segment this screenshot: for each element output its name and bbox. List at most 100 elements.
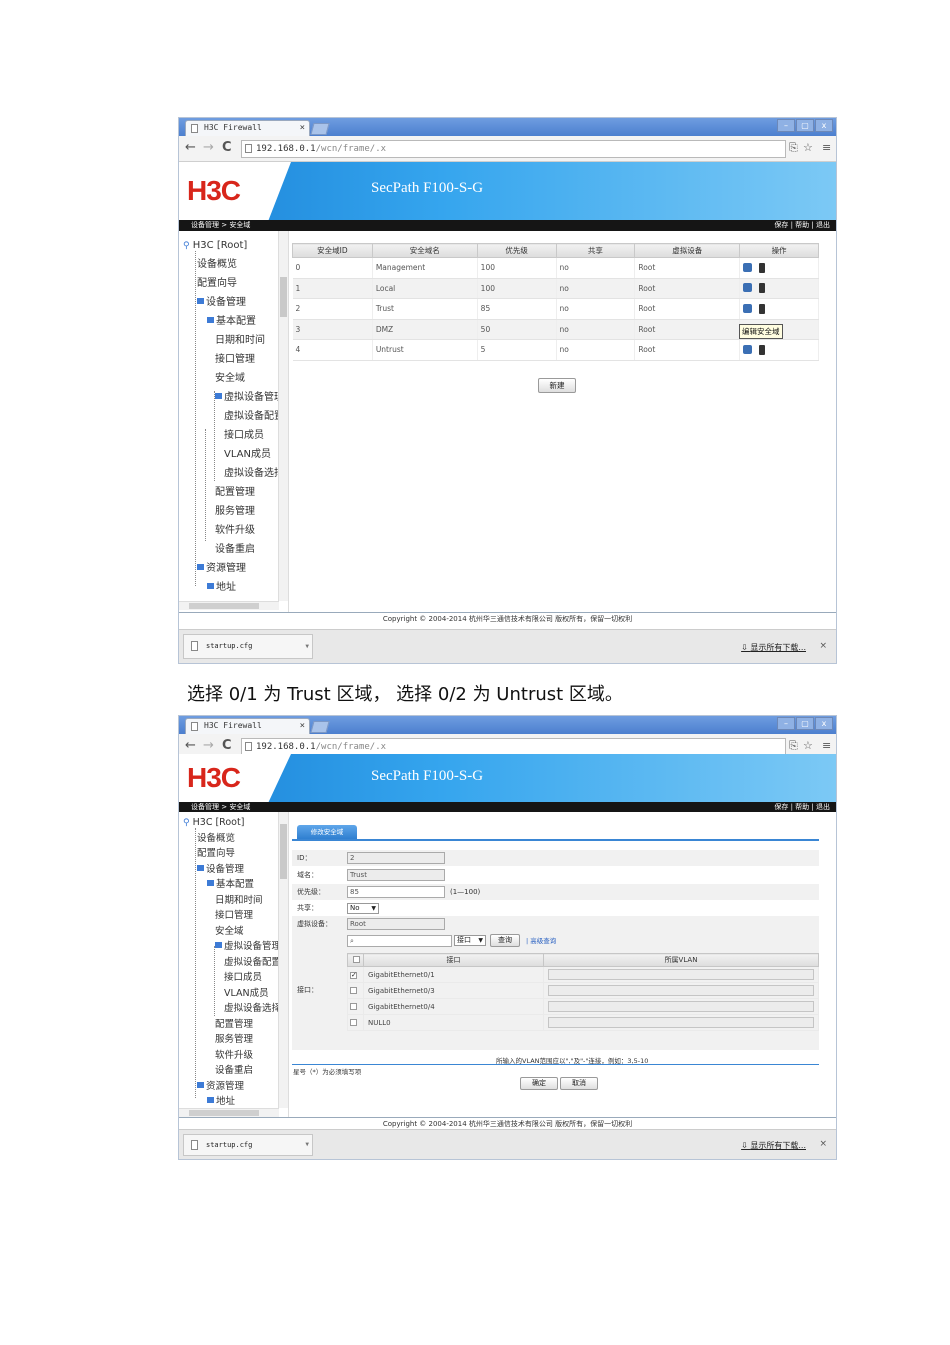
vlan-input[interactable]	[548, 985, 814, 996]
sidebar-item-vdev[interactable]: 虚拟设备管理	[215, 391, 284, 405]
url-field[interactable]: 192.168.0.1/wcn/frame/.x	[241, 140, 786, 158]
sidebar-item-vdev-config[interactable]: 虚拟设备配置	[224, 956, 281, 970]
sidebar-item-basic[interactable]: 基本配置	[207, 315, 256, 329]
sidebar-item-vdev-config[interactable]: 虚拟设备配置	[224, 410, 284, 424]
query-button[interactable]: 查询	[490, 934, 520, 947]
vlan-input[interactable]	[548, 1017, 814, 1028]
col-zone-id[interactable]: 安全域ID	[292, 243, 373, 258]
sidebar-item-vlan-members[interactable]: VLAN成员	[224, 448, 271, 462]
interface-checkbox[interactable]	[350, 1002, 357, 1010]
col-interface[interactable]: 接口	[363, 953, 544, 967]
sidebar-item-upgrade[interactable]: 软件升级	[215, 1049, 253, 1063]
browser-tab[interactable]: H3C Firewall ×	[185, 120, 310, 136]
translate-icon[interactable]: ⎘	[789, 141, 798, 155]
sidebar-h-scrollbar[interactable]	[179, 601, 279, 610]
sidebar-h-scrollbar[interactable]	[179, 1108, 279, 1117]
tree-root[interactable]: ⚲ H3C [Root]	[183, 239, 247, 253]
share-select[interactable]: No ▼	[347, 903, 379, 914]
maximize-button[interactable]: ▢	[796, 717, 814, 730]
forward-icon[interactable]: →	[203, 140, 214, 155]
sidebar-item-wizard[interactable]: 配置向导	[197, 847, 235, 861]
sidebar-item-overview[interactable]: 设备概览	[197, 258, 237, 272]
sidebar-item-interfaces[interactable]: 接口管理	[215, 909, 253, 923]
download-item[interactable]: startup.cfg ▼	[183, 634, 313, 659]
back-icon[interactable]: ←	[185, 140, 196, 155]
new-zone-button[interactable]: 新建	[538, 378, 576, 393]
close-download-bar-icon[interactable]: ×	[819, 641, 827, 651]
reload-icon[interactable]: C	[222, 738, 232, 753]
tab-close-icon[interactable]: ×	[300, 121, 305, 135]
interface-checkbox[interactable]: ✓	[350, 972, 357, 979]
close-window-button[interactable]: x	[815, 119, 833, 132]
sidebar-item-if-members[interactable]: 接口成员	[224, 971, 262, 985]
advanced-query-link[interactable]: | 高级查询	[526, 933, 556, 949]
menu-icon[interactable]: ≡	[822, 141, 831, 154]
trash-icon[interactable]	[759, 283, 766, 294]
sidebar-item-vdev-select[interactable]: 虚拟设备选择	[224, 1002, 281, 1016]
sidebar-item-basic[interactable]: 基本配置	[207, 878, 254, 892]
vlan-input[interactable]	[548, 969, 814, 980]
close-window-button[interactable]: x	[815, 717, 833, 730]
vlan-input[interactable]	[548, 1001, 814, 1012]
header-tools[interactable]: 保存 | 帮助 | 退出	[774, 802, 830, 812]
sidebar-item-vdev-select[interactable]: 虚拟设备选择	[224, 467, 284, 481]
edit-icon[interactable]	[743, 303, 753, 313]
search-field-select[interactable]: 接口 ▼	[454, 935, 486, 946]
browser-tab[interactable]: H3C Firewall ×	[185, 718, 310, 734]
sidebar-item-datetime[interactable]: 日期和时间	[215, 894, 263, 908]
sidebar-item-resource[interactable]: 资源管理	[197, 1080, 244, 1094]
sidebar-item-resource[interactable]: 资源管理	[197, 562, 246, 576]
sidebar-item-zones[interactable]: 安全域	[215, 372, 245, 386]
col-priority[interactable]: 优先级	[476, 243, 557, 258]
sidebar-item-overview[interactable]: 设备概览	[197, 832, 235, 846]
sidebar-item-reboot[interactable]: 设备重启	[215, 1064, 253, 1078]
trash-icon[interactable]	[759, 262, 766, 273]
edit-icon[interactable]	[743, 262, 753, 272]
sidebar-item-zones[interactable]: 安全域	[215, 925, 244, 939]
sidebar-scrollbar[interactable]	[278, 812, 288, 1108]
interface-checkbox[interactable]	[350, 1018, 357, 1026]
dropdown-icon[interactable]: ▼	[305, 1135, 309, 1155]
show-all-downloads-link[interactable]: ⇩ 显示所有下载...	[741, 1140, 806, 1151]
sidebar-scrollbar[interactable]	[278, 231, 288, 601]
minimize-button[interactable]: –	[777, 119, 795, 132]
sidebar-item-service-mgmt[interactable]: 服务管理	[215, 505, 255, 519]
translate-icon[interactable]: ⎘	[789, 739, 798, 753]
sidebar-item-upgrade[interactable]: 软件升级	[215, 524, 255, 538]
dropdown-icon[interactable]: ▼	[305, 635, 309, 658]
sidebar-item-interfaces[interactable]: 接口管理	[215, 353, 255, 367]
sidebar-item-datetime[interactable]: 日期和时间	[215, 334, 265, 348]
show-all-downloads-link[interactable]: ⇩ 显示所有下载...	[741, 642, 806, 653]
interface-checkbox[interactable]	[350, 986, 357, 994]
sidebar-item-vlan-members[interactable]: VLAN成员	[224, 987, 269, 1001]
sidebar-item-reboot[interactable]: 设备重启	[215, 543, 255, 557]
reload-icon[interactable]: C	[222, 140, 232, 155]
sidebar-item-device-mgmt[interactable]: 设备管理	[197, 863, 244, 877]
close-download-bar-icon[interactable]: ×	[819, 1139, 827, 1149]
select-all-checkbox[interactable]	[353, 956, 360, 963]
sidebar-item-wizard[interactable]: 配置向导	[197, 277, 237, 291]
forward-icon[interactable]: →	[203, 738, 214, 753]
sidebar-item-vdev[interactable]: 虚拟设备管理	[215, 940, 281, 954]
new-tab-button[interactable]	[310, 123, 330, 135]
tree-root[interactable]: ⚲ H3C [Root]	[183, 816, 244, 830]
cancel-button[interactable]: 取消	[560, 1077, 598, 1090]
edit-icon[interactable]	[743, 283, 753, 293]
sidebar-item-device-mgmt[interactable]: 设备管理	[197, 296, 246, 310]
sidebar-item-address[interactable]: 地址	[207, 581, 236, 595]
sidebar-item-if-members[interactable]: 接口成员	[224, 429, 264, 443]
star-icon[interactable]: ☆	[803, 141, 813, 154]
col-vlan[interactable]: 所属VLAN	[543, 953, 819, 967]
edit-zone-tab[interactable]: 修改安全域	[297, 825, 357, 839]
sidebar-item-config-mgmt[interactable]: 配置管理	[215, 486, 255, 500]
col-vdev[interactable]: 虚拟设备	[634, 243, 741, 258]
ok-button[interactable]: 确定	[520, 1077, 558, 1090]
back-icon[interactable]: ←	[185, 738, 196, 753]
trash-icon[interactable]	[759, 303, 766, 314]
trash-icon[interactable]	[759, 344, 766, 355]
star-icon[interactable]: ☆	[803, 739, 813, 752]
tab-close-icon[interactable]: ×	[300, 719, 305, 733]
col-zone-name[interactable]: 安全域名	[371, 243, 478, 258]
col-share[interactable]: 共享	[555, 243, 636, 258]
edit-icon[interactable]	[743, 344, 753, 354]
